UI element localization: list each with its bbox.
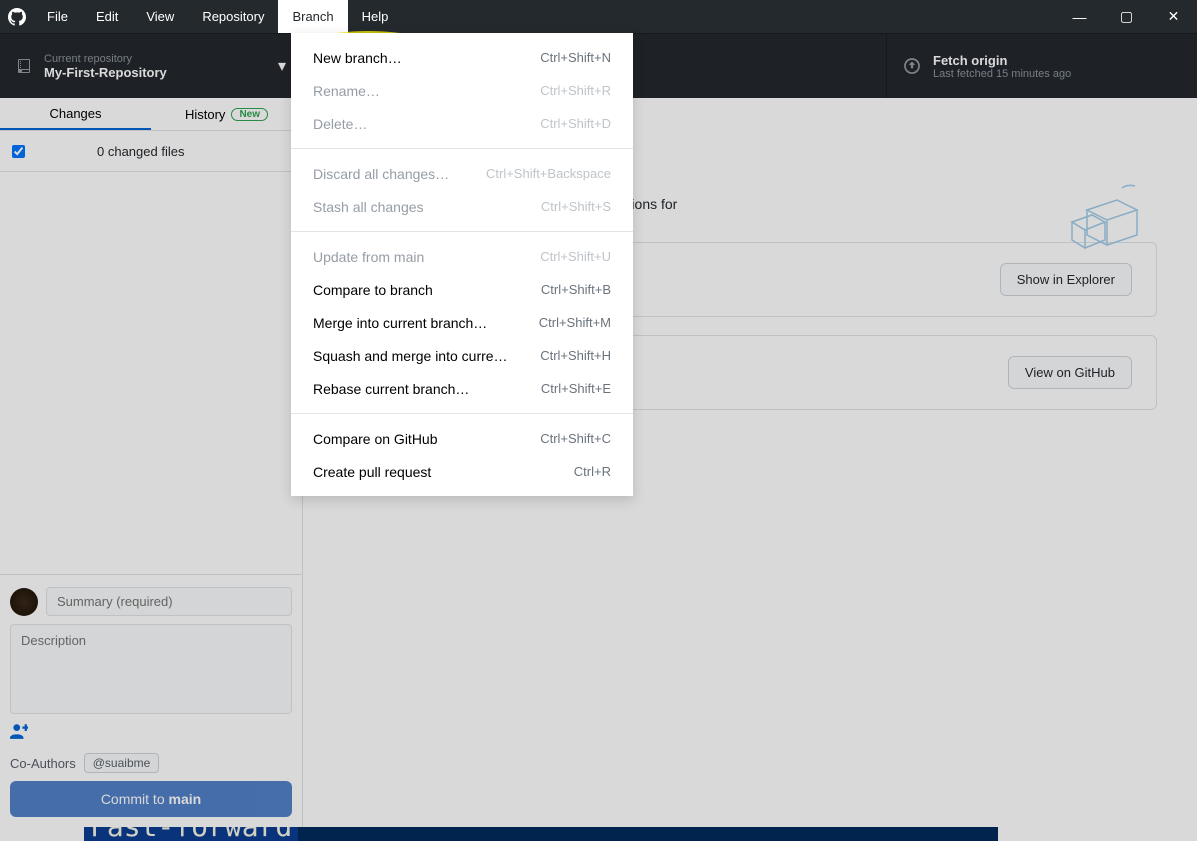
menu-item-label: Merge into current branch… (313, 315, 539, 331)
menu-item-label: Compare on GitHub (313, 431, 540, 447)
coauthor-tag[interactable]: @suaibme (84, 753, 160, 773)
menu-item-update-from-main: Update from mainCtrl+Shift+U (291, 240, 633, 273)
commit-area: Co-Authors @suaibme Commit to main (0, 574, 302, 829)
menu-item-compare-on-github[interactable]: Compare on GitHubCtrl+Shift+C (291, 422, 633, 455)
menu-item-shortcut: Ctrl+Shift+M (539, 315, 611, 330)
summary-input[interactable] (46, 587, 292, 616)
menu-item-new-branch[interactable]: New branch…Ctrl+Shift+N (291, 41, 633, 74)
menu-item-stash-all-changes: Stash all changesCtrl+Shift+S (291, 190, 633, 223)
menu-item-shortcut: Ctrl+Shift+Backspace (486, 166, 611, 181)
menu-item-label: Discard all changes… (313, 166, 486, 182)
add-coauthor-icon[interactable] (10, 722, 292, 745)
github-logo-icon (0, 0, 33, 33)
menu-item-shortcut: Ctrl+Shift+C (540, 431, 611, 446)
tab-changes[interactable]: Changes (0, 98, 151, 130)
fetch-origin-button[interactable]: Fetch origin Last fetched 15 minutes ago (887, 34, 1197, 98)
coauthors-row: Co-Authors @suaibme (10, 753, 292, 773)
changes-header: 0 changed files (0, 131, 302, 172)
branch-dropdown-menu: New branch…Ctrl+Shift+NRename…Ctrl+Shift… (291, 33, 633, 496)
close-button[interactable]: ✕ (1150, 0, 1197, 33)
badge-new: New (231, 108, 268, 121)
menu-item-label: Squash and merge into curre… (313, 348, 540, 364)
menu-repository[interactable]: Repository (188, 0, 278, 33)
sidebar: Changes HistoryNew 0 changed files Co-Au… (0, 98, 303, 829)
changes-list (0, 172, 302, 574)
fetch-label: Fetch origin (933, 53, 1071, 68)
menubar: FileEditViewRepositoryBranchHelp — ▢ ✕ (0, 0, 1197, 33)
menu-item-merge-into-current-branch[interactable]: Merge into current branch…Ctrl+Shift+M (291, 306, 633, 339)
menu-item-label: Create pull request (313, 464, 574, 480)
menu-help[interactable]: Help (348, 0, 403, 33)
coauthors-label: Co-Authors (10, 756, 76, 771)
menu-item-label: Compare to branch (313, 282, 541, 298)
maximize-button[interactable]: ▢ (1103, 0, 1150, 33)
menu-item-label: Stash all changes (313, 199, 541, 215)
menu-item-create-pull-request[interactable]: Create pull requestCtrl+R (291, 455, 633, 488)
menu-item-label: New branch… (313, 50, 540, 66)
menu-item-shortcut: Ctrl+Shift+U (540, 249, 611, 264)
menu-view[interactable]: View (132, 0, 188, 33)
menu-item-label: Rename… (313, 83, 540, 99)
current-repository-selector[interactable]: Current repository My-First-Repository ▾ (0, 34, 303, 98)
menu-item-label: Update from main (313, 249, 540, 265)
select-all-checkbox[interactable] (12, 145, 25, 158)
menubar-items: FileEditViewRepositoryBranchHelp (33, 0, 402, 33)
chevron-down-icon: ▾ (278, 56, 286, 76)
terminal-fragment: Fast-forward (84, 827, 998, 841)
repo-name: My-First-Repository (44, 65, 167, 80)
fetch-time: Last fetched 15 minutes ago (933, 68, 1071, 80)
menu-item-shortcut: Ctrl+Shift+S (541, 199, 611, 214)
menu-file[interactable]: File (33, 0, 82, 33)
menu-item-shortcut: Ctrl+Shift+D (540, 116, 611, 131)
avatar (10, 588, 38, 616)
menu-item-compare-to-branch[interactable]: Compare to branchCtrl+Shift+B (291, 273, 633, 306)
sidebar-tabs: Changes HistoryNew (0, 98, 302, 131)
menu-item-squash-and-merge-into-curre[interactable]: Squash and merge into curre…Ctrl+Shift+H (291, 339, 633, 372)
menu-item-rebase-current-branch[interactable]: Rebase current branch…Ctrl+Shift+E (291, 372, 633, 405)
view-on-github-button[interactable]: View on GitHub (1008, 356, 1132, 389)
minimize-button[interactable]: — (1056, 0, 1103, 33)
show-in-explorer-button[interactable]: Show in Explorer (1000, 263, 1132, 296)
menu-item-rename: Rename…Ctrl+Shift+R (291, 74, 633, 107)
boxes-illustration-icon (1027, 180, 1147, 260)
menu-item-delete: Delete…Ctrl+Shift+D (291, 107, 633, 140)
description-input[interactable] (10, 624, 292, 714)
commit-button[interactable]: Commit to main (10, 781, 292, 817)
menu-item-shortcut: Ctrl+Shift+N (540, 50, 611, 65)
tab-history[interactable]: HistoryNew (151, 98, 302, 130)
menu-item-shortcut: Ctrl+Shift+H (540, 348, 611, 363)
menu-item-shortcut: Ctrl+Shift+B (541, 282, 611, 297)
window-controls: — ▢ ✕ (1056, 0, 1197, 33)
menu-item-shortcut: Ctrl+R (574, 464, 611, 479)
menu-item-discard-all-changes: Discard all changes…Ctrl+Shift+Backspace (291, 157, 633, 190)
menu-branch[interactable]: Branch (278, 0, 347, 33)
changes-count: 0 changed files (97, 144, 184, 159)
menu-item-shortcut: Ctrl+Shift+E (541, 381, 611, 396)
repo-label: Current repository (44, 53, 167, 65)
menu-item-label: Delete… (313, 116, 540, 132)
menu-item-shortcut: Ctrl+Shift+R (540, 83, 611, 98)
menu-item-label: Rebase current branch… (313, 381, 541, 397)
menu-edit[interactable]: Edit (82, 0, 132, 33)
